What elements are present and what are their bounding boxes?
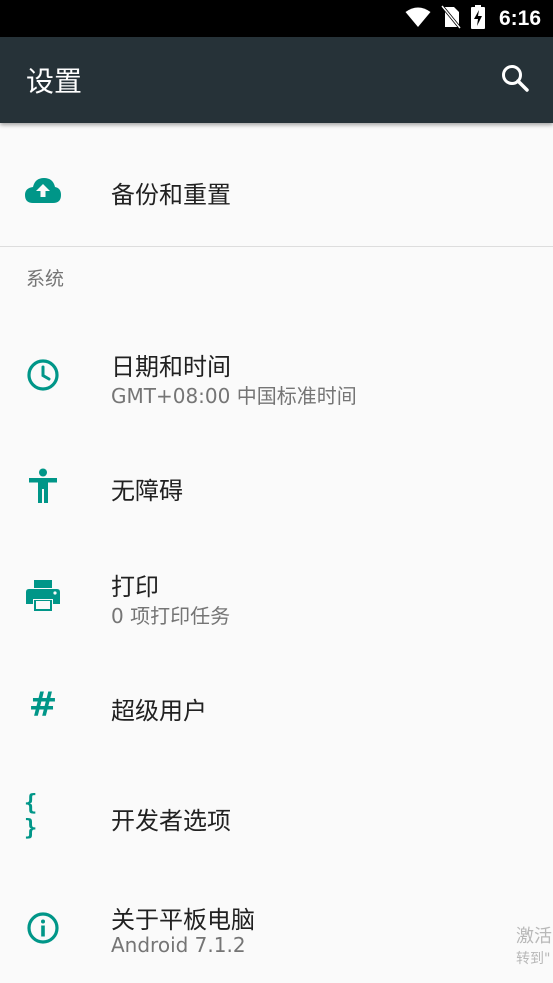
braces-glyph: { } <box>24 791 42 841</box>
hash-icon: # <box>24 685 62 725</box>
settings-item-subtitle: 0 项打印任务 <box>111 604 231 628</box>
settings-item-about[interactable]: 关于平板电脑 Android 7.1.2 <box>0 873 553 983</box>
status-icons: 6:16 <box>405 0 541 37</box>
settings-item-title: 备份和重置 <box>111 181 231 209</box>
wifi-icon <box>405 6 431 32</box>
status-time: 6:16 <box>498 6 541 30</box>
activation-watermark-subtext: 转到" <box>516 951 551 967</box>
settings-item-developer[interactable]: { } 开发者选项 <box>0 761 553 873</box>
battery-charging-icon <box>470 4 485 33</box>
settings-item-backup[interactable]: 备份和重置 <box>0 123 553 246</box>
accessibility-icon <box>24 467 62 505</box>
search-icon <box>500 63 530 97</box>
settings-item-title: 开发者选项 <box>111 807 231 835</box>
settings-item-subtitle: Android 7.1.2 <box>111 933 246 957</box>
app-bar: 设置 <box>0 37 553 123</box>
settings-item-title: 超级用户 <box>111 697 207 725</box>
info-icon <box>24 909 62 947</box>
cloud-upload-icon <box>24 171 62 209</box>
settings-item-superuser[interactable]: # 超级用户 <box>0 657 553 761</box>
divider <box>0 246 553 247</box>
settings-item-print[interactable]: 打印 0 项打印任务 <box>0 537 553 657</box>
settings-item-title: 日期和时间 <box>111 353 231 381</box>
settings-item-date-time[interactable]: 日期和时间 GMT+08:00 中国标准时间 <box>0 313 553 437</box>
braces-icon: { } <box>24 791 62 841</box>
section-header-system: 系统 <box>26 268 65 290</box>
settings-item-title: 关于平板电脑 <box>111 906 255 934</box>
clock-icon <box>24 356 62 394</box>
page-title: 设置 <box>26 65 83 98</box>
activation-watermark: 激活 <box>516 926 552 947</box>
status-bar: 6:16 <box>0 0 553 37</box>
settings-item-subtitle: GMT+08:00 中国标准时间 <box>111 384 357 408</box>
settings-item-accessibility[interactable]: 无障碍 <box>0 437 553 537</box>
settings-item-title: 无障碍 <box>111 477 183 505</box>
search-button[interactable] <box>497 62 533 98</box>
no-sim-icon <box>440 4 462 33</box>
printer-icon <box>24 577 62 615</box>
hash-glyph: # <box>28 685 58 725</box>
settings-item-title: 打印 <box>111 573 159 601</box>
